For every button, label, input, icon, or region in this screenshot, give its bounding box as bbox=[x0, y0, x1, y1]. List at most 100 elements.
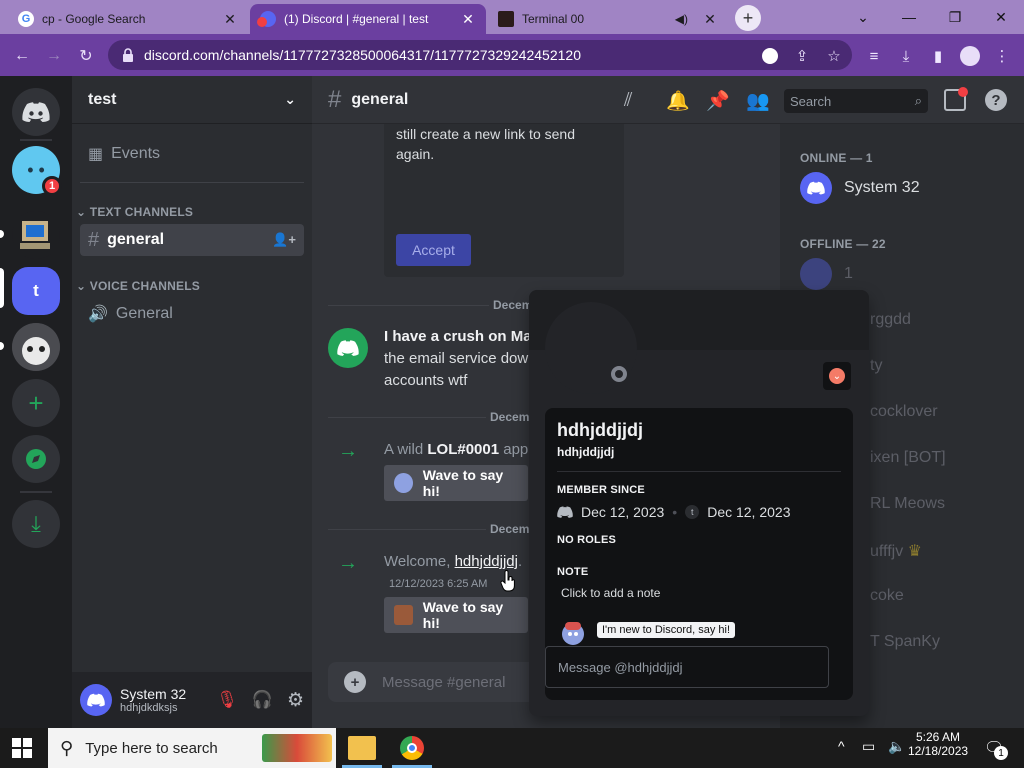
tab-google-search[interactable]: G cp - Google Search ✕ bbox=[8, 4, 248, 34]
notification-bell-icon[interactable]: 🔔 bbox=[666, 89, 690, 113]
reload-icon[interactable]: ↻ bbox=[72, 42, 100, 70]
google-lens-icon[interactable] bbox=[759, 45, 781, 67]
member-name[interactable]: ty bbox=[870, 357, 882, 375]
inbox-icon[interactable] bbox=[944, 87, 968, 111]
member-name[interactable]: cocklover bbox=[870, 403, 938, 421]
network-icon[interactable]: ▭ bbox=[862, 738, 875, 755]
speaker-icon: 🔊 bbox=[88, 306, 108, 323]
guild-header[interactable]: test ⌄ bbox=[72, 76, 312, 124]
wave-button[interactable]: Wave to say hi! bbox=[384, 465, 528, 501]
member-avatar[interactable] bbox=[800, 258, 832, 290]
tab-terminal[interactable]: Terminal 00 ◀) ✕ bbox=[488, 4, 728, 34]
discord-join-date: Dec 12, 2023 bbox=[581, 504, 665, 520]
member-name[interactable]: rggdd bbox=[870, 311, 911, 329]
note-label: NOTE bbox=[557, 566, 589, 578]
close-tab-icon[interactable]: ✕ bbox=[222, 11, 238, 28]
welcome-username[interactable]: hdhjddjjdj bbox=[455, 553, 518, 570]
join-username[interactable]: LOL#0001 bbox=[427, 441, 499, 458]
file-explorer-icon[interactable] bbox=[348, 736, 376, 760]
tab-title: Terminal 00 bbox=[522, 12, 585, 26]
profile-avatar-icon[interactable] bbox=[959, 45, 981, 67]
share-icon[interactable]: ⇪ bbox=[791, 45, 813, 67]
add-server-icon[interactable]: + bbox=[12, 379, 60, 427]
tab-title: (1) Discord | #general | test bbox=[284, 12, 429, 26]
explore-servers-icon[interactable] bbox=[12, 435, 60, 483]
user-avatar[interactable] bbox=[80, 684, 112, 716]
dm-message-input[interactable]: Message @hdhjddjjdj bbox=[545, 646, 829, 688]
crown-icon: ♛ bbox=[907, 543, 923, 560]
member-avatar bbox=[800, 172, 832, 204]
member-item[interactable]: System 32 bbox=[800, 172, 920, 204]
message-author-avatar[interactable] bbox=[328, 328, 368, 368]
category-voice-channels[interactable]: ⌄ VOICE CHANNELS bbox=[76, 279, 200, 293]
server-test[interactable]: t bbox=[12, 267, 60, 315]
windows-start-icon[interactable] bbox=[12, 738, 32, 758]
events-label: Events bbox=[111, 145, 161, 162]
server-icon-small: t bbox=[685, 505, 700, 519]
note-input[interactable]: Click to add a note bbox=[561, 586, 841, 600]
system-join-message: A wild LOL#0001 app bbox=[384, 441, 529, 458]
add-attachment-icon[interactable]: + bbox=[344, 671, 366, 693]
taskbar-clock[interactable]: 5:26 AM 12/18/2023 bbox=[908, 730, 968, 758]
volume-icon[interactable]: 🔈 bbox=[888, 738, 905, 755]
close-tab-icon[interactable]: ✕ bbox=[460, 11, 476, 28]
mute-microphone-icon[interactable]: 🎙 bbox=[216, 690, 238, 710]
invite-member-icon[interactable]: 👤+ bbox=[272, 232, 296, 248]
close-tab-icon[interactable]: ✕ bbox=[702, 11, 718, 28]
channel-general[interactable]: # general 👤+ bbox=[80, 224, 304, 256]
wave-button[interactable]: Wave to say hi! bbox=[384, 597, 528, 633]
server-selected-pill bbox=[0, 268, 4, 308]
tab-search-icon[interactable]: ⌄ bbox=[840, 0, 886, 34]
speaker-icon[interactable]: ◀) bbox=[675, 12, 688, 26]
member-name[interactable]: ixen [BOT] bbox=[870, 449, 946, 467]
download-icon[interactable]: ⤓ bbox=[895, 45, 917, 67]
channel-voice-general[interactable]: 🔊 General bbox=[80, 298, 304, 330]
forward-icon[interactable]: → bbox=[40, 42, 68, 70]
reading-list-icon[interactable]: ≡ bbox=[863, 45, 885, 67]
new-tab-button[interactable]: + bbox=[735, 5, 761, 31]
online-header: ONLINE — 1 bbox=[800, 151, 873, 165]
settings-gear-icon[interactable]: ⚙ bbox=[287, 689, 304, 712]
download-apps-icon[interactable]: ⤓ bbox=[12, 500, 60, 548]
message-timestamp: 12/12/2023 6:25 AM bbox=[389, 578, 488, 590]
minimize-button[interactable]: — bbox=[886, 0, 932, 34]
wumpus-wave-icon bbox=[394, 473, 413, 493]
chevron-down-icon: ⌄ bbox=[76, 279, 90, 293]
show-hidden-icons-icon[interactable]: ^ bbox=[838, 738, 845, 754]
channel-events[interactable]: ▦ Events bbox=[80, 138, 304, 170]
server-avatar-face[interactable] bbox=[12, 323, 60, 371]
restore-button[interactable]: ❐ bbox=[932, 0, 978, 34]
category-text-channels[interactable]: ⌄ TEXT CHANNELS bbox=[76, 205, 193, 219]
member-name[interactable]: RL Meows bbox=[870, 495, 945, 513]
join-arrow-icon: → bbox=[338, 552, 358, 574]
bookmark-star-icon[interactable]: ☆ bbox=[823, 45, 845, 67]
search-input[interactable]: Search ⌕ bbox=[784, 89, 928, 113]
member-name[interactable]: coke bbox=[870, 587, 904, 605]
back-icon[interactable]: ← bbox=[8, 42, 36, 70]
profile-username: hdhjddjjdj bbox=[557, 445, 615, 459]
hypesquad-badge-icon[interactable]: ⌄ bbox=[823, 362, 851, 390]
discord-home-icon[interactable] bbox=[12, 88, 60, 136]
close-window-button[interactable]: ✕ bbox=[978, 0, 1024, 34]
chrome-taskbar-icon[interactable] bbox=[400, 736, 424, 760]
dot-separator: • bbox=[672, 504, 678, 520]
browser-menu-icon[interactable]: ⋮ bbox=[991, 45, 1013, 67]
server-join-date: Dec 12, 2023 bbox=[707, 504, 791, 520]
tab-discord[interactable]: (1) Discord | #general | test ✕ bbox=[250, 4, 486, 34]
pinned-messages-icon[interactable]: 📌 bbox=[706, 89, 730, 113]
member-list-icon[interactable]: 👥 bbox=[746, 89, 770, 113]
member-name[interactable]: T SpanKy bbox=[870, 633, 940, 651]
member-name[interactable]: ufffjv ♛ bbox=[870, 541, 922, 561]
accept-button[interactable]: Accept bbox=[396, 234, 471, 266]
hashtag-icon: # bbox=[88, 228, 100, 251]
threads-icon[interactable]: ⫽ bbox=[624, 90, 632, 112]
server-computer-icon[interactable] bbox=[12, 211, 60, 259]
headphones-icon[interactable]: 🎧 bbox=[252, 690, 273, 710]
notification-count-badge: 1 bbox=[994, 746, 1008, 760]
chevron-down-icon: ⌄ bbox=[284, 91, 296, 107]
member-name[interactable]: 1 bbox=[844, 265, 853, 283]
search-highlight-gifts-icon[interactable] bbox=[262, 734, 332, 762]
address-bar[interactable]: discord.com/channels/1177727328500064317… bbox=[108, 40, 852, 70]
help-icon[interactable]: ? bbox=[985, 89, 1007, 111]
side-panel-icon[interactable]: ▮ bbox=[927, 45, 949, 67]
